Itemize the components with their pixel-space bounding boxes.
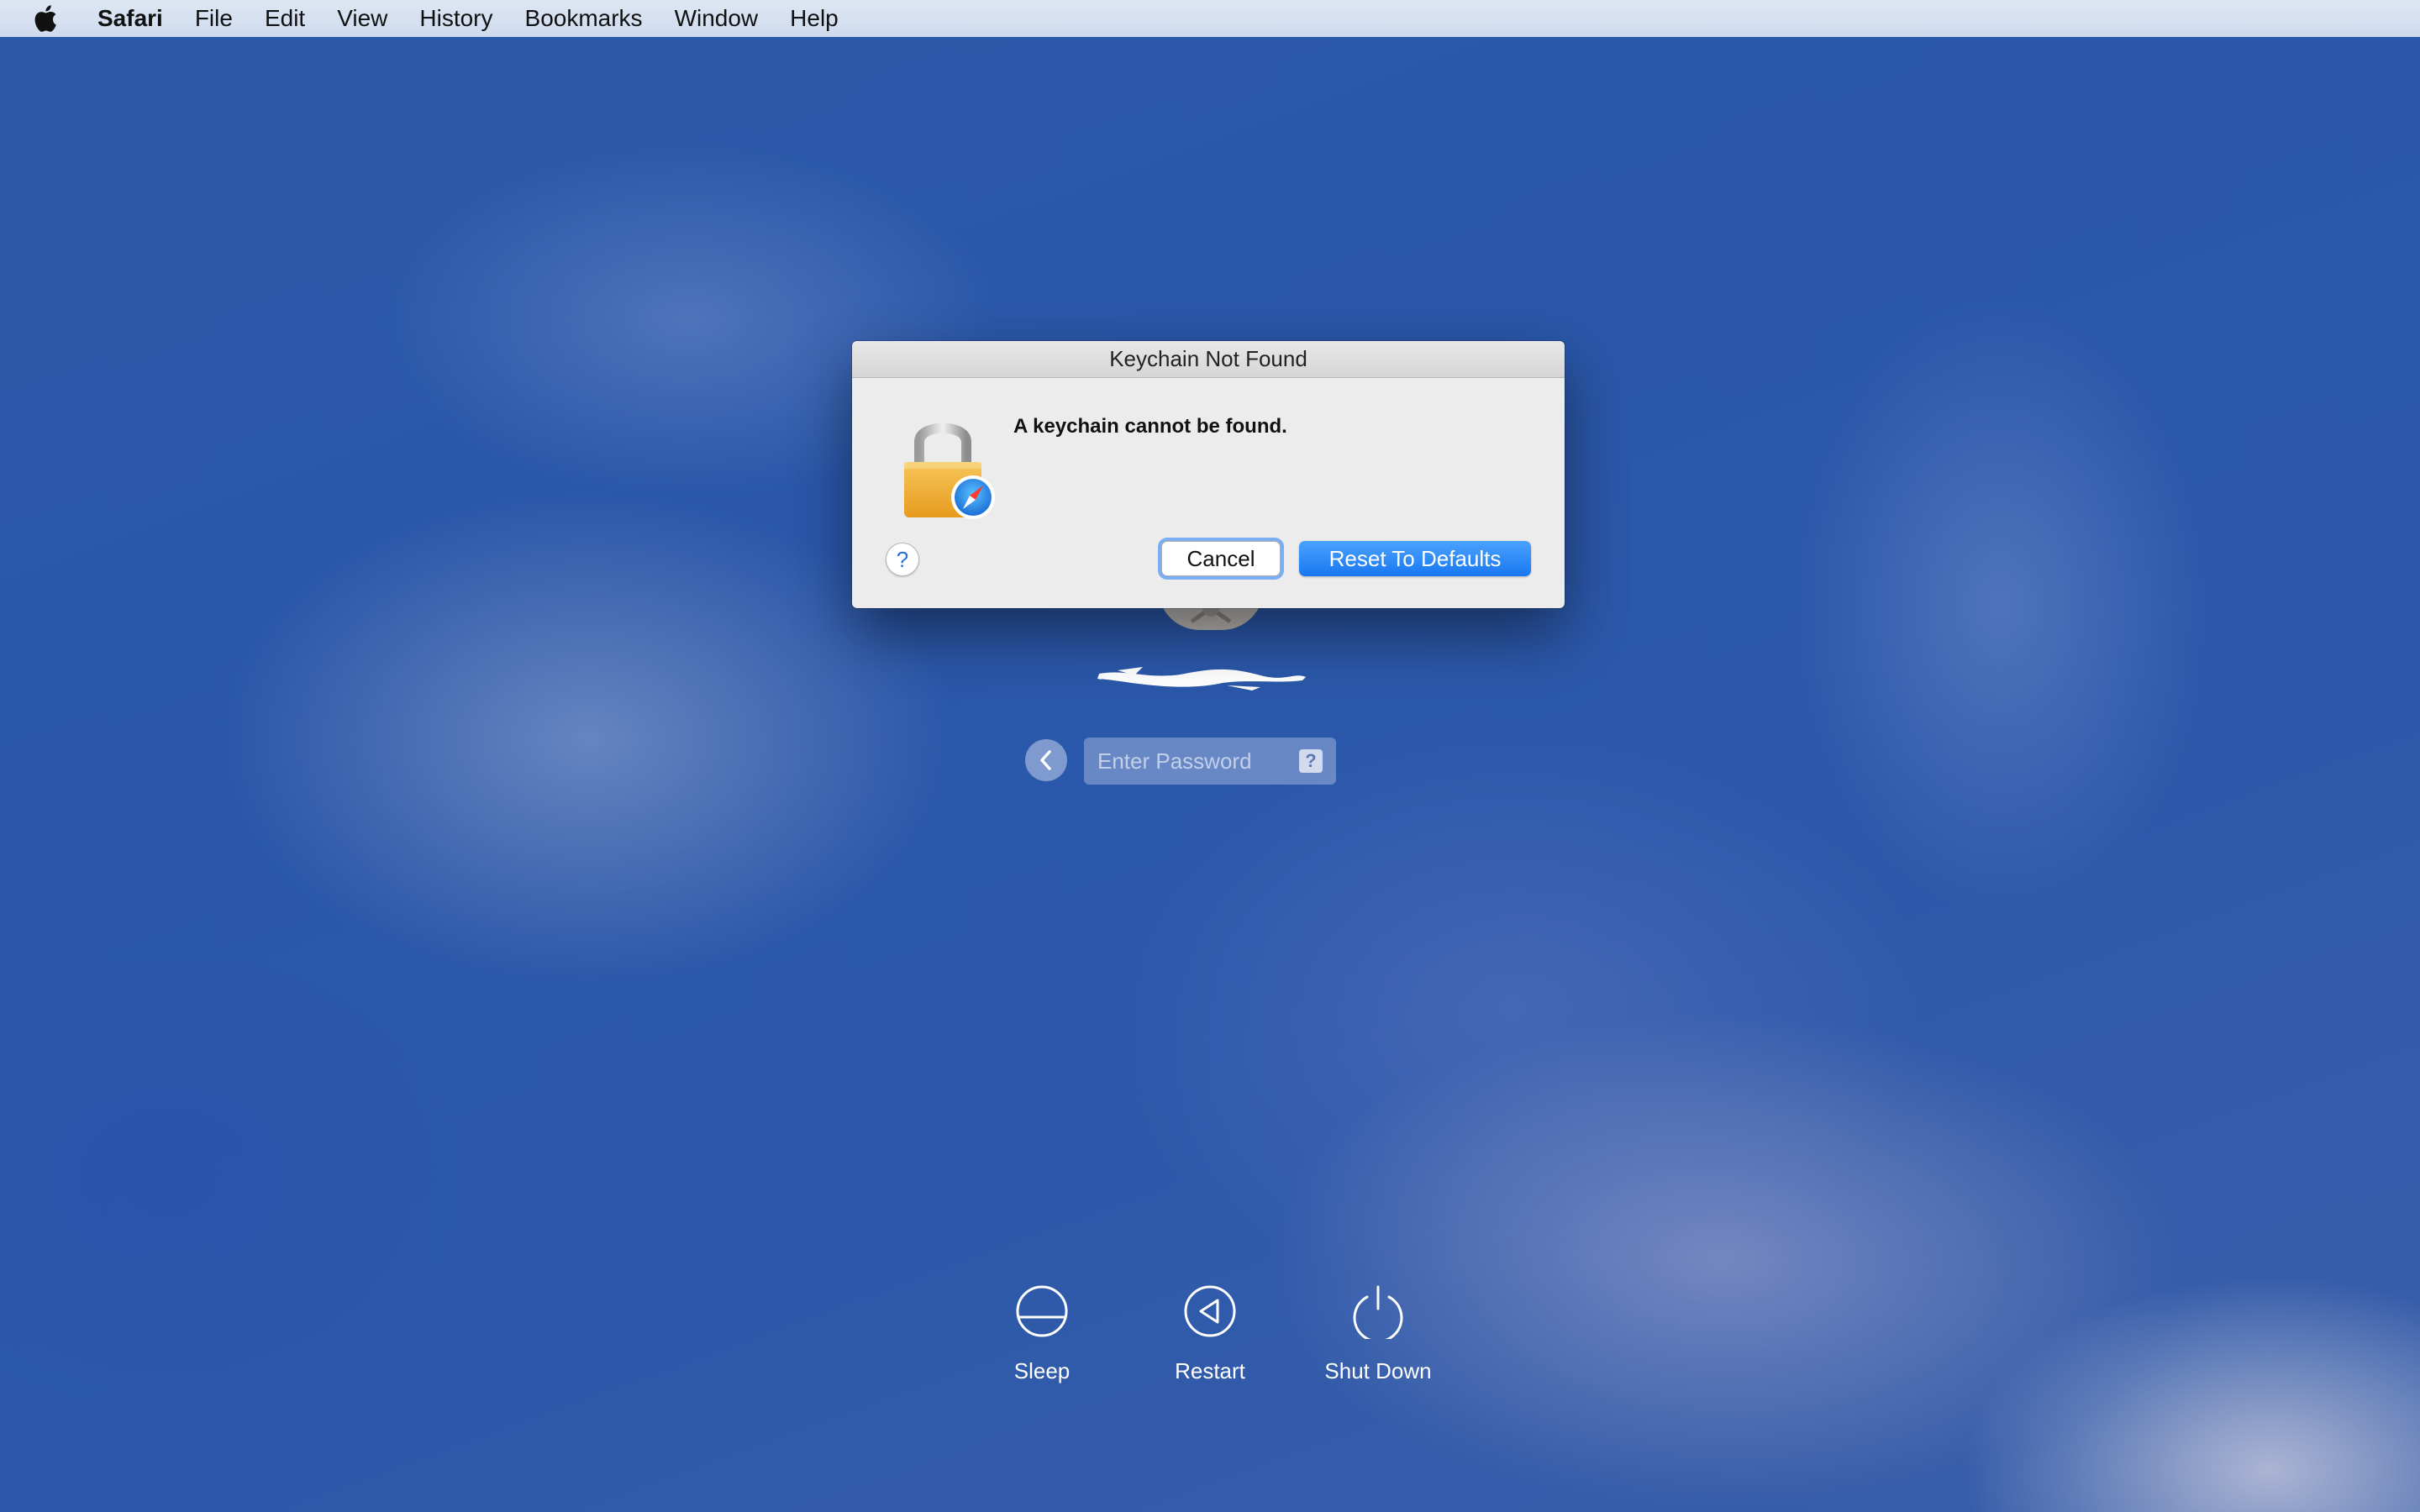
keychain-alert-dialog: Keychain Not Found A keychain cannot be: [852, 341, 1565, 608]
reset-to-defaults-button[interactable]: Reset To Defaults: [1299, 541, 1531, 576]
redacted-username: [1097, 667, 1306, 690]
shut-down-button[interactable]: Shut Down: [1302, 1284, 1454, 1384]
shut-down-label: Shut Down: [1324, 1358, 1432, 1383]
chevron-left-icon: [1040, 750, 1051, 770]
password-hint-button[interactable]: ?: [1299, 749, 1323, 773]
sleep-button[interactable]: Sleep: [966, 1284, 1118, 1384]
menu-window[interactable]: Window: [675, 5, 759, 32]
restart-icon: [1184, 1285, 1236, 1337]
cancel-button[interactable]: Cancel: [1161, 541, 1281, 576]
restart-label: Restart: [1175, 1358, 1245, 1383]
back-button[interactable]: [1025, 739, 1067, 781]
keychain-lock-icon: [904, 423, 995, 519]
restart-button[interactable]: Restart: [1134, 1284, 1286, 1384]
password-field-container: ?: [1084, 738, 1336, 785]
apple-menu-icon[interactable]: [34, 3, 59, 34]
dialog-message: A keychain cannot be found.: [1013, 415, 1287, 438]
power-icon: [1353, 1285, 1403, 1343]
menu-file[interactable]: File: [195, 5, 233, 32]
menu-safari[interactable]: Safari: [97, 5, 163, 32]
menu-bar: Safari File Edit View History Bookmarks …: [0, 0, 2420, 37]
sleep-label: Sleep: [1013, 1358, 1071, 1383]
menu-history[interactable]: History: [419, 5, 492, 32]
menu-help[interactable]: Help: [790, 5, 839, 32]
menu-bookmarks[interactable]: Bookmarks: [525, 5, 643, 32]
sleep-icon: [1016, 1285, 1068, 1337]
dialog-title: Keychain Not Found: [852, 341, 1565, 378]
menu-edit[interactable]: Edit: [265, 5, 305, 32]
menu-view[interactable]: View: [337, 5, 387, 32]
password-input[interactable]: [1084, 738, 1286, 785]
help-button[interactable]: ?: [886, 543, 919, 576]
